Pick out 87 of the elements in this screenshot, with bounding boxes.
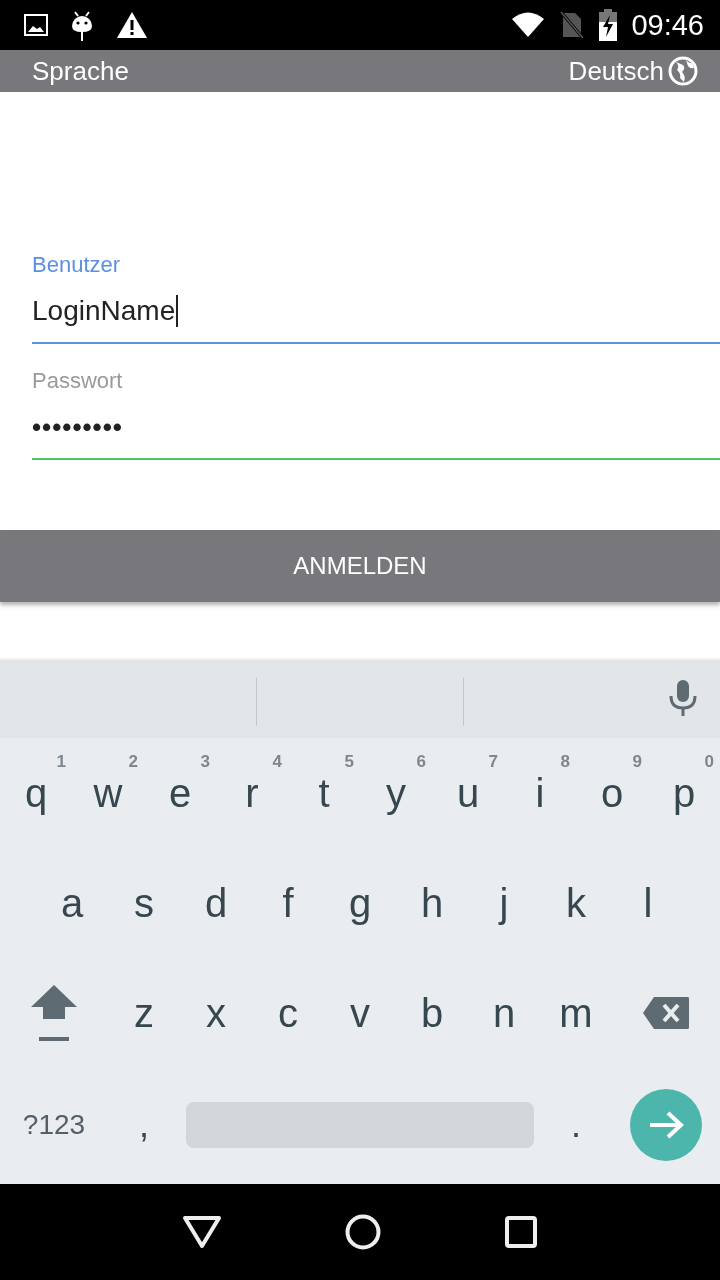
key-label: p [672, 770, 696, 816]
key-label: b [420, 990, 444, 1036]
keyboard-key[interactable]: 1 q [0, 738, 72, 848]
keyboard-key[interactable]: v [324, 958, 396, 1068]
keyboard-key[interactable]: 2 w [72, 738, 144, 848]
key-label: a [60, 880, 84, 926]
key-label: t [318, 770, 330, 816]
key-hint: 9 [632, 752, 642, 772]
field-label: Passwort [32, 368, 124, 394]
language-value[interactable]: Deutsch [568, 55, 664, 87]
language-label: Sprache [32, 55, 129, 87]
keyboard-key[interactable]: a [36, 848, 108, 958]
key-label: s [134, 880, 154, 926]
keyboard-key[interactable]: 3 e [144, 738, 216, 848]
login-button[interactable]: ANMELDEN [0, 530, 720, 602]
key-label: o [600, 770, 624, 816]
key-label: g [348, 880, 372, 926]
key-label: d [204, 880, 228, 926]
key-label: e [168, 770, 192, 816]
backspace-icon[interactable] [642, 996, 690, 1030]
recent-apps-icon[interactable] [504, 1215, 539, 1249]
shift-icon[interactable] [29, 983, 79, 1043]
key-label: f [282, 880, 294, 926]
keyboard-key[interactable]: 0 p [648, 738, 720, 848]
key-hint: 0 [704, 752, 714, 772]
keyboard-key[interactable]: d [180, 848, 252, 958]
image-icon [24, 14, 48, 36]
keyboard-key[interactable]: k [540, 848, 612, 958]
keyboard-key[interactable]: 5 t [288, 738, 360, 848]
key-label: i [535, 770, 545, 816]
key-label: u [456, 770, 480, 816]
symbols-key[interactable]: ?123 [0, 1068, 108, 1182]
keyboard-key[interactable]: 8 i [504, 738, 576, 848]
keyboard-key[interactable]: 6 y [360, 738, 432, 848]
warning-icon [116, 11, 148, 39]
keyboard-key[interactable]: n [468, 958, 540, 1068]
keyboard-key[interactable]: s [108, 848, 180, 958]
keyboard-key[interactable]: f [252, 848, 324, 958]
keyboard-key[interactable]: g [324, 848, 396, 958]
key-hint: 5 [344, 752, 354, 772]
key-label: x [206, 990, 226, 1036]
battery-charging-icon [599, 9, 618, 41]
key-label: c [278, 990, 298, 1036]
key-label: j [499, 880, 509, 926]
field-label: Benutzer [32, 252, 122, 278]
key-label: m [559, 990, 593, 1036]
key-label: z [134, 990, 154, 1036]
key-hint: 2 [128, 752, 138, 772]
keyboard-key[interactable]: x [180, 958, 252, 1068]
keyboard-key[interactable]: z [108, 958, 180, 1068]
home-icon[interactable] [345, 1214, 381, 1250]
microphone-icon[interactable] [668, 678, 698, 718]
no-sim-icon [559, 10, 586, 40]
keyboard-key[interactable]: 7 u [432, 738, 504, 848]
key-label: w [93, 770, 123, 816]
keyboard-key[interactable]: c [252, 958, 324, 1068]
key-hint: 1 [56, 752, 66, 772]
key-label: v [350, 990, 370, 1036]
key-hint: 7 [488, 752, 498, 772]
wifi-icon [511, 12, 546, 38]
input-field[interactable]: Passwort ••••••••• [32, 368, 720, 460]
key-label: n [492, 990, 516, 1036]
keyboard-key[interactable]: j [468, 848, 540, 958]
key-hint: 4 [272, 752, 282, 772]
key-hint: 8 [560, 752, 570, 772]
key-hint: 3 [200, 752, 210, 772]
keyboard-key[interactable]: . [540, 1068, 612, 1182]
keyboard-key[interactable]: 4 r [216, 738, 288, 848]
back-icon[interactable] [181, 1215, 222, 1249]
keyboard-key[interactable]: m [540, 958, 612, 1068]
keyboard-key[interactable]: b [396, 958, 468, 1068]
clock-time: 09:46 [631, 8, 704, 42]
key-label: y [386, 770, 406, 816]
key-label: r [245, 770, 259, 816]
field-value: LoginName [32, 294, 720, 328]
key-label: l [643, 880, 653, 926]
key-hint: 6 [416, 752, 426, 772]
globe-icon[interactable] [668, 56, 698, 86]
keyboard-key[interactable]: , [108, 1068, 180, 1182]
keyboard-key[interactable]: 9 o [576, 738, 648, 848]
key-label: q [24, 770, 48, 816]
key-label: k [566, 880, 586, 926]
keyboard-key[interactable]: h [396, 848, 468, 958]
input-field[interactable]: Benutzer LoginName [32, 252, 720, 344]
field-value: ••••••••• [32, 410, 124, 444]
key-label: h [420, 880, 444, 926]
keyboard-key[interactable]: l [612, 848, 684, 958]
